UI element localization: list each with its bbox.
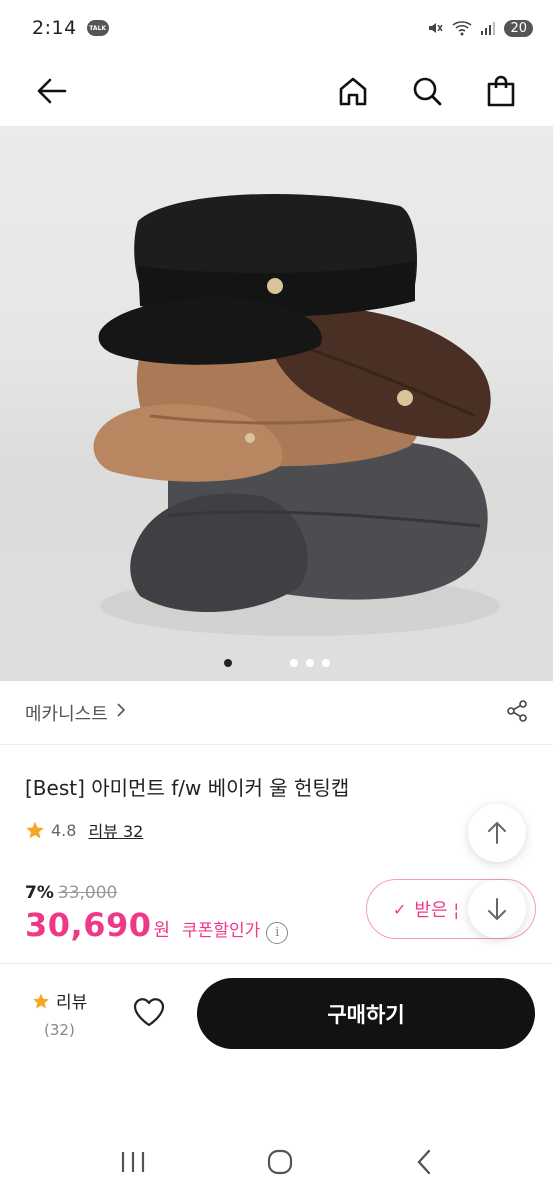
- rating-row: 4.8 리뷰 32: [25, 818, 143, 842]
- scroll-bottom-button[interactable]: [468, 880, 526, 938]
- battery-indicator: 20: [504, 19, 533, 37]
- carousel-dots: [0, 659, 553, 667]
- price-row: 30,690 원 쿠폰할인가 i: [25, 906, 289, 944]
- recent-apps-icon[interactable]: [120, 1150, 146, 1178]
- review-label: 리뷰: [56, 993, 88, 1013]
- home-button-icon[interactable]: [266, 1148, 294, 1180]
- brand-row[interactable]: 메카니스트: [0, 681, 553, 745]
- buy-button[interactable]: 구매하기: [197, 978, 535, 1049]
- scroll-top-button[interactable]: [468, 804, 526, 862]
- carousel-dot[interactable]: [223, 659, 232, 667]
- product-image-carousel[interactable]: [0, 126, 553, 681]
- info-icon[interactable]: i: [266, 921, 289, 944]
- home-icon[interactable]: [335, 73, 371, 109]
- review-count: (32): [44, 1021, 75, 1039]
- heart-icon[interactable]: [132, 996, 166, 1032]
- shopping-bag-icon[interactable]: [483, 73, 519, 109]
- star-icon: [26, 821, 44, 839]
- check-icon: ✓: [393, 899, 407, 919]
- product-title: [Best] 아미먼트 f/w 베이커 울 헌팅캡: [25, 776, 350, 800]
- arrow-down-icon: [488, 898, 506, 921]
- sale-price: 30,690: [25, 906, 152, 944]
- status-icons: 20: [426, 19, 533, 37]
- carousel-dot[interactable]: [321, 659, 330, 667]
- carousel-dot[interactable]: [305, 659, 314, 667]
- brand-name[interactable]: 메카니스트: [25, 700, 108, 726]
- review-link[interactable]: 리뷰 32: [88, 818, 143, 842]
- system-navigation: [0, 1128, 553, 1200]
- top-navigation: [0, 56, 553, 126]
- discount-percent: 7%: [25, 883, 54, 903]
- chevron-right-icon: [116, 702, 126, 723]
- price-unit: 원: [153, 920, 171, 941]
- coupon-price-label: 쿠폰할인가: [182, 921, 261, 941]
- review-summary[interactable]: 리뷰 (32): [32, 988, 92, 1039]
- rating-value: 4.8: [51, 820, 77, 840]
- signal-icon: [481, 22, 496, 35]
- original-price: 33,000: [57, 883, 118, 903]
- status-bar: 2:14 TALK 20: [0, 0, 553, 56]
- search-icon[interactable]: [409, 73, 445, 109]
- wifi-icon: [452, 21, 472, 36]
- talk-notification-icon: TALK: [86, 20, 109, 36]
- product-photo: [93, 194, 500, 636]
- purchase-action-bar: 리뷰 (32) 구매하기: [0, 963, 553, 1063]
- mute-icon: [429, 23, 444, 33]
- coupon-button-label: 받은 ¦: [414, 900, 460, 921]
- carousel-dot[interactable]: [289, 659, 298, 667]
- back-icon[interactable]: [415, 1148, 433, 1180]
- status-time: 2:14: [32, 17, 77, 39]
- arrow-up-icon: [488, 821, 506, 844]
- share-icon[interactable]: [505, 699, 529, 727]
- star-icon: [33, 993, 49, 1008]
- arrow-left-icon[interactable]: [34, 73, 70, 109]
- discount-row: 7% 33,000: [25, 883, 117, 903]
